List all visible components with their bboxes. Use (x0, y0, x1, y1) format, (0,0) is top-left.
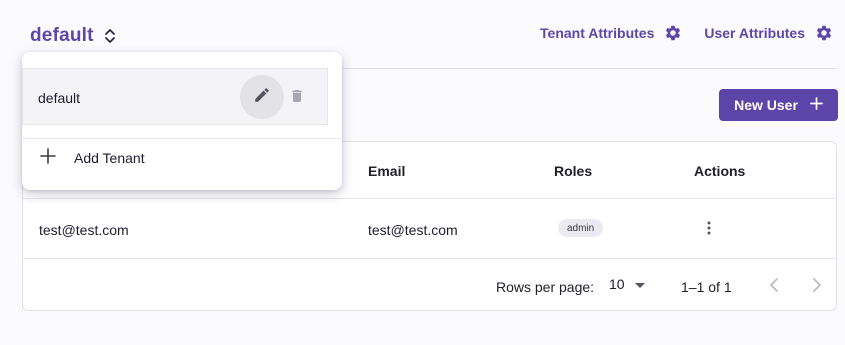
add-tenant-label: Add Tenant (74, 150, 145, 166)
new-user-button[interactable]: New User (719, 89, 838, 121)
top-links: Tenant Attributes User Attributes (518, 24, 833, 42)
row-divider (23, 258, 836, 259)
tenant-selector[interactable]: default (30, 22, 116, 50)
tenant-attributes-label: Tenant Attributes (540, 25, 655, 41)
gear-icon (664, 24, 682, 42)
user-attributes-label: User Attributes (704, 25, 805, 41)
tenant-menu: default Add Tenant (22, 52, 342, 190)
rows-per-page-select[interactable]: 10 (609, 276, 645, 292)
rows-per-page-value: 10 (609, 276, 625, 292)
header-row-divider (23, 198, 836, 199)
user-attributes-link[interactable]: User Attributes (704, 24, 833, 42)
tenant-attributes-link[interactable]: Tenant Attributes (540, 24, 682, 42)
add-tenant-button[interactable]: Add Tenant (40, 147, 145, 169)
more-vertical-icon[interactable] (703, 220, 715, 241)
tenant-menu-item-label: default (38, 90, 81, 106)
plus-icon (40, 147, 56, 169)
tenant-name: default (30, 25, 94, 46)
new-user-label: New User (734, 97, 798, 113)
gear-icon (815, 24, 833, 42)
plus-icon (809, 97, 823, 113)
pagination-range: 1–1 of 1 (681, 279, 732, 295)
user-name-cell: test@test.com (39, 222, 129, 238)
chevron-left-icon[interactable] (767, 275, 783, 300)
delete-tenant-button[interactable] (289, 87, 305, 110)
user-email-cell: test@test.com (368, 222, 458, 238)
caret-down-icon (634, 276, 645, 292)
trash-icon (289, 90, 305, 109)
unfold-more-icon (104, 28, 116, 44)
tenant-menu-item[interactable]: default (22, 68, 328, 125)
menu-divider (22, 138, 342, 139)
pencil-icon (253, 86, 271, 109)
column-header-roles[interactable]: Roles (554, 163, 592, 179)
role-chip: admin (558, 219, 604, 237)
chevron-right-icon[interactable] (808, 275, 824, 300)
edit-tenant-button[interactable] (240, 75, 284, 119)
column-header-actions: Actions (694, 163, 746, 179)
column-header-email[interactable]: Email (368, 163, 405, 179)
rows-per-page-label: Rows per page: (496, 279, 595, 295)
